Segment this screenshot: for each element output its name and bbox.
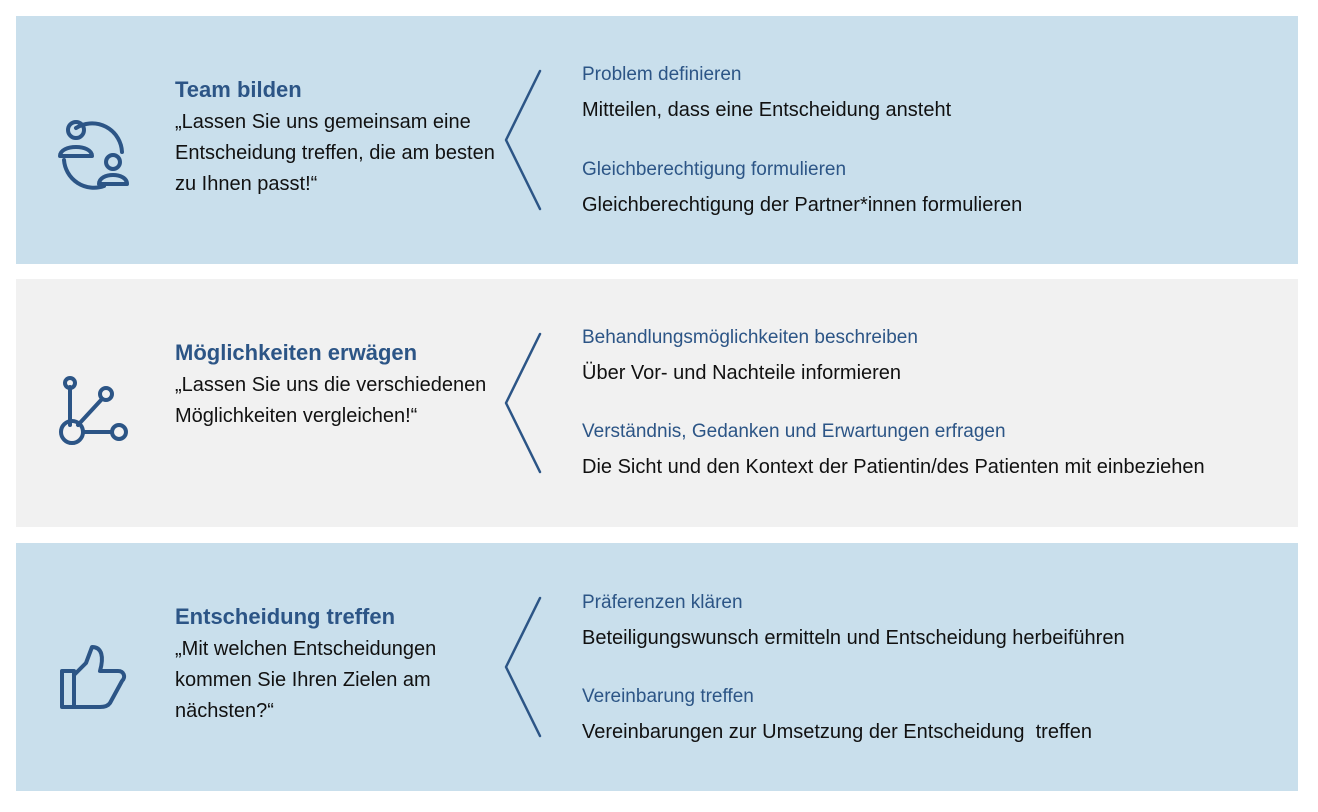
section-entscheidung-treffen: Entscheidung treffen „Mit welchen Entsch… xyxy=(16,543,1298,791)
step-description: Beteiligungswunsch ermitteln und Entsche… xyxy=(582,627,1125,649)
step-description: Vereinbarungen zur Umsetzung der Entsche… xyxy=(582,721,1092,743)
step-item: Verständnis, Gedanken und Erwartungen er… xyxy=(582,420,1205,480)
team-people-icon xyxy=(56,116,132,192)
section-title: Möglichkeiten erwägen xyxy=(175,340,418,365)
step-heading: Problem definieren xyxy=(582,64,742,85)
chevron-left-icon xyxy=(502,331,548,475)
section-title: Entscheidung treffen xyxy=(175,604,396,629)
chevron-left-icon xyxy=(502,595,548,739)
step-description: Mitteilen, dass eine Entscheidung ansteh… xyxy=(582,99,952,121)
step-heading: Behandlungsmöglichkeiten beschreiben xyxy=(582,327,918,348)
step-item: Vereinbarung treffen Vereinbarungen zur … xyxy=(582,685,1092,745)
chevron-left-icon xyxy=(502,68,548,212)
section-quote: „Lassen Sie uns gemeinsam eine Entscheid… xyxy=(175,111,495,195)
step-item: Präferenzen klären Beteiligungswunsch er… xyxy=(582,591,1125,651)
step-heading: Gleichberechtigung formulieren xyxy=(582,159,847,180)
section-header: Team bilden „Lassen Sie uns gemeinsam ei… xyxy=(175,76,495,200)
branching-nodes-icon xyxy=(56,375,132,451)
step-item: Behandlungsmöglichkeiten beschreiben Übe… xyxy=(582,326,918,386)
step-description: Die Sicht und den Kontext der Patientin/… xyxy=(582,456,1205,478)
section-quote: „Lassen Sie uns die verschiedenen Möglic… xyxy=(175,374,487,427)
step-item: Gleichberechtigung formulieren Gleichber… xyxy=(582,158,1022,218)
step-item: Problem definieren Mitteilen, dass eine … xyxy=(582,63,951,123)
step-description: Gleichberechtigung der Partner*innen for… xyxy=(582,194,1023,216)
step-description: Über Vor- und Nachteile informieren xyxy=(582,362,902,384)
section-team-bilden: Team bilden „Lassen Sie uns gemeinsam ei… xyxy=(16,16,1298,264)
thumbs-up-icon xyxy=(56,639,132,715)
section-quote: „Mit welchen Entscheidungen kommen Sie I… xyxy=(175,638,437,722)
section-title: Team bilden xyxy=(175,77,302,102)
section-moeglichkeiten-erwaegen: Möglichkeiten erwägen „Lassen Sie uns di… xyxy=(16,279,1298,527)
section-header: Entscheidung treffen „Mit welchen Entsch… xyxy=(175,603,495,727)
step-heading: Vereinbarung treffen xyxy=(582,686,754,707)
section-header: Möglichkeiten erwägen „Lassen Sie uns di… xyxy=(175,339,495,432)
step-heading: Präferenzen klären xyxy=(582,592,743,613)
step-heading: Verständnis, Gedanken und Erwartungen er… xyxy=(582,421,1006,442)
